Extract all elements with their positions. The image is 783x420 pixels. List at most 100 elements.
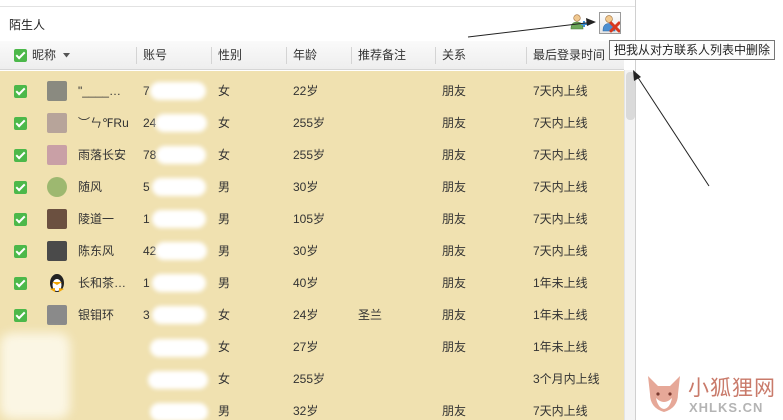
scrollbar-thumb[interactable] [626, 72, 635, 120]
last-login-cell: 7天内上线 [533, 404, 588, 418]
gender-cell: 男 [218, 212, 231, 226]
account-cell: 78 [143, 148, 157, 162]
remove-contact-icon [602, 15, 620, 33]
table-row[interactable]: "____… 7 女 22岁 朋友 7天内上线 [0, 75, 624, 107]
account-cell: 3 [143, 308, 150, 322]
redacted-account-mask [155, 114, 207, 132]
table-row[interactable]: 雨落长安 78 女 255岁 朋友 7天内上线 [0, 139, 624, 171]
column-divider[interactable] [286, 47, 287, 64]
nickname-cell: ︶ㄣ℉Ru [78, 116, 129, 130]
relation-cell: 朋友 [442, 276, 467, 290]
column-divider[interactable] [435, 47, 436, 64]
column-header-age[interactable]: 年龄 [293, 41, 317, 70]
gender-cell: 女 [218, 116, 231, 130]
row-checkbox[interactable] [14, 309, 27, 322]
last-login-cell: 7天内上线 [533, 244, 588, 258]
column-divider[interactable] [526, 47, 527, 64]
gender-cell: 女 [218, 148, 231, 162]
last-login-cell: 1年未上线 [533, 276, 588, 290]
age-cell: 40岁 [293, 276, 319, 290]
gender-cell: 男 [218, 404, 231, 418]
nickname-cell: 陵道一 [78, 212, 115, 226]
gender-cell: 男 [218, 276, 231, 290]
row-checkbox[interactable] [14, 85, 27, 98]
redacted-account-mask [148, 371, 208, 389]
last-login-cell: 7天内上线 [533, 84, 588, 98]
nickname-cell: 随风 [78, 180, 103, 194]
column-header-gender[interactable]: 性别 [218, 41, 242, 70]
avatar [47, 209, 67, 229]
nickname-cell: 雨落长安 [78, 148, 127, 162]
row-checkbox[interactable] [14, 245, 27, 258]
relation-cell: 朋友 [442, 340, 467, 354]
table-row[interactable]: 陵道一 1 男 105岁 朋友 7天内上线 [0, 203, 624, 235]
nickname-cell: "____… [78, 84, 121, 98]
last-login-cell: 1年未上线 [533, 308, 588, 322]
group-title: 陌生人 [9, 18, 46, 32]
table-row[interactable]: 长和茶… 1 男 40岁 朋友 1年未上线 [0, 267, 624, 299]
age-cell: 105岁 [293, 212, 326, 226]
redacted-account-mask [152, 306, 206, 324]
avatar [47, 113, 67, 133]
table-row[interactable]: 随风 5 男 30岁 朋友 7天内上线 [0, 171, 624, 203]
gender-cell: 女 [218, 340, 231, 354]
row-checkbox[interactable] [14, 213, 27, 226]
table-row[interactable]: 银钼环 3 女 24岁 圣兰 朋友 1年未上线 [0, 299, 624, 331]
relation-cell: 朋友 [442, 244, 467, 258]
vertical-scrollbar[interactable] [624, 70, 635, 420]
add-friend-icon[interactable] [570, 13, 588, 31]
column-header-relation[interactable]: 关系 [442, 41, 466, 70]
age-cell: 255岁 [293, 116, 326, 130]
column-divider[interactable] [136, 47, 137, 64]
avatar [47, 241, 67, 261]
last-login-cell: 7天内上线 [533, 212, 588, 226]
stranger-list-panel: 陌生人 昵称 账号 性别 年龄 推荐备注 关系 最后登录时间 "____… 7 … [0, 0, 636, 420]
avatar [47, 145, 67, 165]
relation-cell: 朋友 [442, 84, 467, 98]
avatar [47, 305, 67, 325]
select-all-checkbox[interactable] [14, 49, 27, 62]
table-row[interactable]: 女 27岁 朋友 1年未上线 [0, 331, 624, 363]
account-cell: 7 [143, 84, 150, 98]
gender-cell: 女 [218, 372, 231, 386]
nickname-cell: 银钼环 [78, 308, 115, 322]
watermark-en: XHLKS.CN [689, 400, 764, 415]
nickname-cell: 陈东风 [78, 244, 115, 258]
age-cell: 27岁 [293, 340, 319, 354]
last-login-cell: 3个月内上线 [533, 372, 600, 386]
account-cell: 5 [143, 180, 150, 194]
annotation-arrow [634, 72, 710, 187]
table-row[interactable]: 陈东风 42 男 30岁 朋友 7天内上线 [0, 235, 624, 267]
column-divider[interactable] [351, 47, 352, 64]
redacted-account-mask [152, 274, 206, 292]
account-cell: 1 [143, 212, 150, 226]
column-header-remark[interactable]: 推荐备注 [358, 41, 406, 70]
column-header-nickname[interactable]: 昵称 [32, 41, 56, 70]
relation-cell: 朋友 [442, 148, 467, 162]
column-divider[interactable] [211, 47, 212, 64]
sort-down-icon[interactable] [63, 53, 70, 58]
row-checkbox[interactable] [14, 117, 27, 130]
row-checkbox[interactable] [14, 277, 27, 290]
column-header-account[interactable]: 账号 [143, 41, 167, 70]
remark-cell: 圣兰 [358, 308, 383, 322]
last-login-cell: 7天内上线 [533, 148, 588, 162]
age-cell: 24岁 [293, 308, 319, 322]
table-row[interactable]: 女 255岁 3个月内上线 [0, 363, 624, 395]
relation-cell: 朋友 [442, 404, 467, 418]
fox-logo-icon [648, 376, 680, 412]
table-row[interactable]: 男 32岁 朋友 7天内上线 [0, 395, 624, 420]
table-row[interactable]: ︶ㄣ℉Ru 24 女 255岁 朋友 7天内上线 [0, 107, 624, 139]
gender-cell: 男 [218, 244, 231, 258]
avatar [47, 177, 67, 197]
column-header-last-login[interactable]: 最后登录时间 [533, 41, 605, 70]
contact-table-body: "____… 7 女 22岁 朋友 7天内上线 ︶ㄣ℉Ru 24 女 255岁 … [0, 71, 624, 420]
last-login-cell: 7天内上线 [533, 180, 588, 194]
relation-cell: 朋友 [442, 180, 467, 194]
gender-cell: 女 [218, 84, 231, 98]
row-checkbox[interactable] [14, 181, 27, 194]
last-login-cell: 1年未上线 [533, 340, 588, 354]
remove-from-contacts-button[interactable] [599, 12, 621, 34]
nickname-cell: 长和茶… [78, 276, 127, 290]
row-checkbox[interactable] [14, 149, 27, 162]
